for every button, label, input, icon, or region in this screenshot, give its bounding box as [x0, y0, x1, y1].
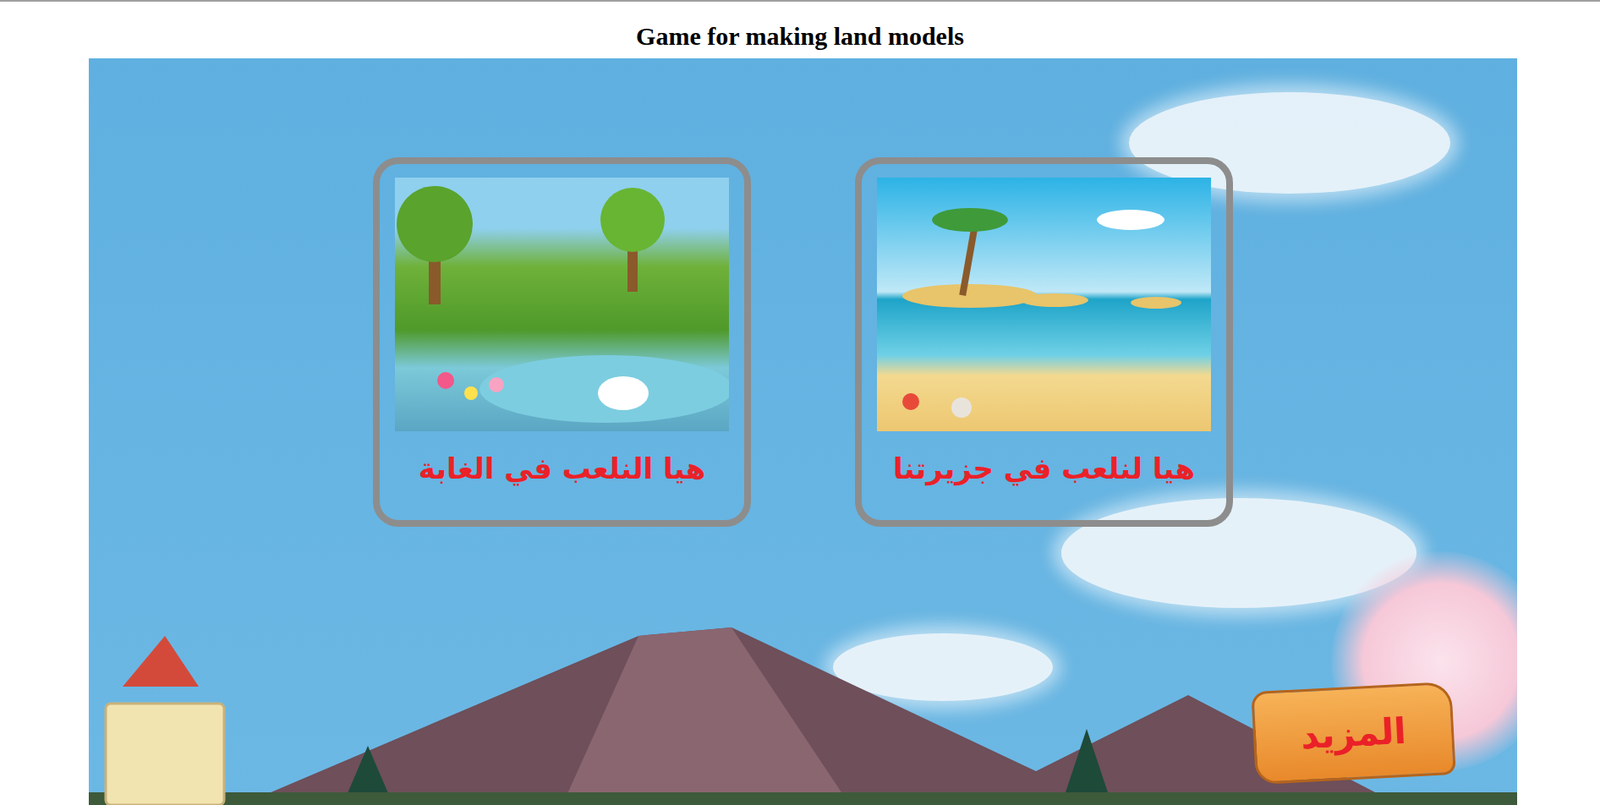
- forest-picture: [394, 177, 729, 432]
- scene-card[interactable]: هيا لنلعب في جزيرتنا: [854, 157, 1233, 527]
- scene-picture: [876, 177, 1211, 432]
- card-label: هيا لنلعب في جزيرتنا: [887, 449, 1200, 488]
- island-picture: [876, 177, 1211, 432]
- page: Game for making land modelsهيا النلعب في…: [0, 1, 1600, 805]
- more-button[interactable]: المزيد: [1250, 681, 1456, 785]
- scene-picture: [394, 177, 729, 432]
- card-label: هيا النلعب في الغابة: [413, 449, 712, 488]
- wooden-sign-icon: [97, 635, 233, 805]
- card-row: هيا النلعب في الغابة هيا لنلعب في جزيرتنا: [88, 58, 1518, 527]
- game-stage: هيا النلعب في الغابة هيا لنلعب في جزيرتنا…: [88, 58, 1518, 805]
- page-title: Game for making land models: [0, 1, 1600, 59]
- scene-card[interactable]: هيا النلعب في الغابة: [372, 157, 751, 527]
- cloud: [832, 633, 1053, 702]
